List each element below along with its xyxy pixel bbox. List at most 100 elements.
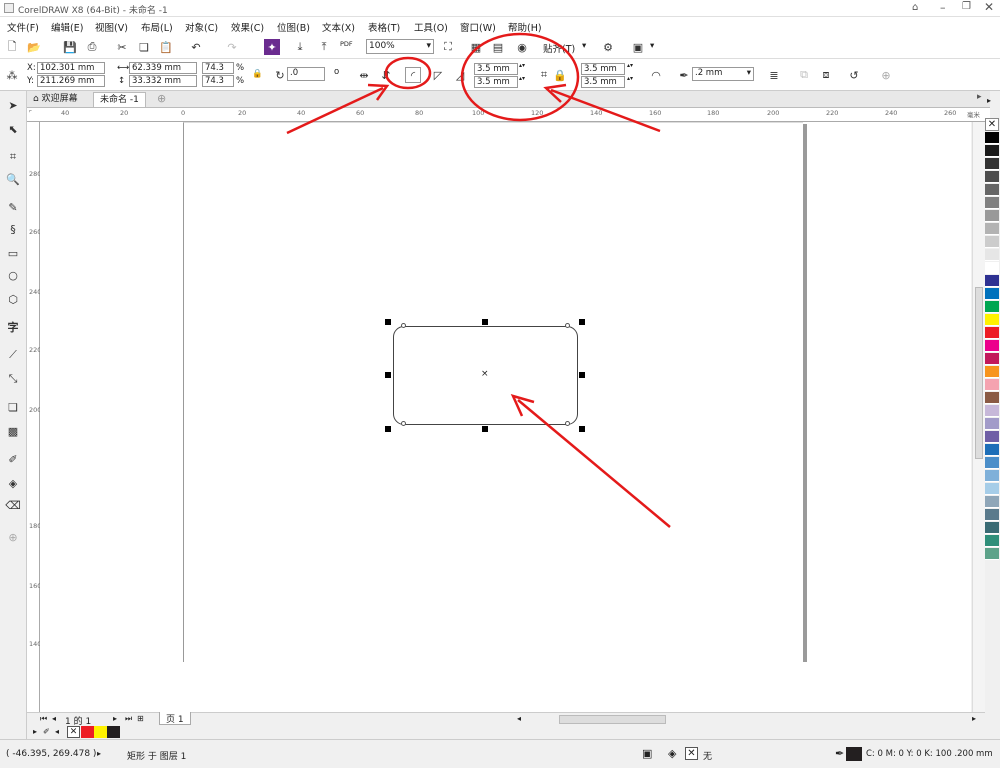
options-gear-icon[interactable]: ⚙ xyxy=(600,39,616,55)
corner-node[interactable] xyxy=(401,323,406,328)
spin-arrows-icon[interactable]: ▴▾ xyxy=(627,75,633,82)
doc-color-swatch[interactable] xyxy=(107,726,120,738)
palette-swatch[interactable] xyxy=(985,327,999,339)
connector-tool-icon[interactable]: ⤡ xyxy=(5,371,21,387)
palette-swatch[interactable] xyxy=(985,132,999,144)
tab-welcome-screen[interactable]: ⌂ 欢迎屏幕 xyxy=(27,92,84,107)
user-icon[interactable]: ⌂ xyxy=(912,2,918,13)
palette-swatch[interactable] xyxy=(985,275,999,287)
relative-corner-scaling-icon[interactable]: ◠ xyxy=(648,67,664,83)
menu-text[interactable]: 文本(X) xyxy=(322,20,355,34)
palette-swatch[interactable] xyxy=(985,457,999,469)
palette-swatch[interactable] xyxy=(985,392,999,404)
menu-file[interactable]: 文件(F) xyxy=(7,20,39,34)
paste-icon[interactable]: 📋 xyxy=(158,39,174,55)
print-icon[interactable]: ⎙ xyxy=(84,39,100,55)
palette-swatch[interactable] xyxy=(985,470,999,482)
next-page-icon[interactable]: ▸ xyxy=(113,714,117,723)
eyedropper-icon[interactable]: ✐ xyxy=(43,727,50,736)
freehand-tool-icon[interactable]: ✎ xyxy=(5,199,21,215)
scroll-thumb[interactable] xyxy=(975,287,983,459)
selection-handle[interactable] xyxy=(579,426,585,432)
selection-handle[interactable] xyxy=(385,426,391,432)
palette-swatch[interactable] xyxy=(985,184,999,196)
full-screen-icon[interactable]: ⛶ xyxy=(440,39,456,55)
palette-swatch[interactable] xyxy=(985,262,999,274)
palette-swatch[interactable] xyxy=(985,210,999,222)
palette-swatch[interactable] xyxy=(985,444,999,456)
palette-swatch[interactable] xyxy=(985,431,999,443)
corner-node[interactable] xyxy=(565,323,570,328)
transparency-tool-icon[interactable]: ▩ xyxy=(5,423,21,439)
doc-color-swatch[interactable] xyxy=(94,726,107,738)
tab-document[interactable]: 未命名 -1 xyxy=(93,92,146,107)
palette-swatch[interactable] xyxy=(985,522,999,534)
spin-arrows-icon[interactable]: ▴▾ xyxy=(519,62,525,69)
open-icon[interactable]: 📂 xyxy=(26,39,42,55)
scale-y-field[interactable]: 74.3 xyxy=(202,75,234,87)
horizontal-ruler[interactable]: ⌜ 40 20 0 20 40 60 80 100 120 140 160 18… xyxy=(27,108,990,122)
palette-swatch[interactable] xyxy=(985,236,999,248)
palette-menu-icon[interactable]: ▸ xyxy=(33,727,37,736)
status-arrow-icon[interactable]: ▸ xyxy=(97,749,101,758)
height-field[interactable]: 33.332 mm xyxy=(129,75,197,87)
scalloped-corner-icon[interactable]: ◸ xyxy=(430,67,446,83)
import-icon[interactable]: ⤓ xyxy=(292,39,308,55)
scroll-left-icon[interactable]: ◂ xyxy=(517,714,521,723)
show-grid-icon[interactable]: ▤ xyxy=(490,39,506,55)
pen-outline-icon[interactable]: ✒ xyxy=(835,747,844,760)
fill-bucket-icon[interactable]: ◈ xyxy=(668,747,676,760)
corner-radius-top-right-field[interactable]: 3.5 mm xyxy=(581,63,625,75)
selection-handle[interactable] xyxy=(579,319,585,325)
round-corner-icon[interactable]: ◜ xyxy=(405,67,421,83)
show-rulers-icon[interactable]: ▦ xyxy=(468,39,484,55)
palette-swatch[interactable] xyxy=(985,548,999,560)
publish-pdf-icon[interactable]: PDF xyxy=(340,40,353,48)
export-icon[interactable]: ⤒ xyxy=(316,39,332,55)
shape-tool-icon[interactable]: ⬉ xyxy=(5,121,21,137)
palette-scroll-icon[interactable]: ◂ xyxy=(55,727,59,736)
rotation-angle-field[interactable]: .0 xyxy=(287,67,325,81)
selection-handle[interactable] xyxy=(482,319,488,325)
lock-corners-icon[interactable]: 🔒 xyxy=(552,67,568,83)
tab-scroll-icon[interactable]: ▸ xyxy=(977,92,982,102)
palette-swatch[interactable] xyxy=(985,496,999,508)
palette-swatch[interactable] xyxy=(985,223,999,235)
palette-swatch[interactable] xyxy=(985,483,999,495)
selection-handle[interactable] xyxy=(482,426,488,432)
corner-node[interactable] xyxy=(401,421,406,426)
wrap-text-icon[interactable]: ≣ xyxy=(766,67,782,83)
menu-help[interactable]: 帮助(H) xyxy=(508,20,542,34)
menu-bitmap[interactable]: 位图(B) xyxy=(277,20,310,34)
palette-swatch[interactable] xyxy=(985,405,999,417)
to-back-icon[interactable]: ⧈ xyxy=(818,67,834,83)
menu-table[interactable]: 表格(T) xyxy=(368,20,400,34)
smart-fill-icon[interactable]: ⌫ xyxy=(5,497,21,513)
palette-swatch[interactable] xyxy=(985,379,999,391)
object-origin-icon[interactable]: ⁂ xyxy=(4,67,20,83)
application-launcher-icon[interactable]: ▣ xyxy=(630,39,646,55)
outline-width-select[interactable]: .2 mm ▾ xyxy=(692,67,754,81)
selection-handle[interactable] xyxy=(579,372,585,378)
search-content-icon[interactable]: ✦ xyxy=(264,39,280,55)
width-field[interactable]: 62.339 mm xyxy=(129,62,197,74)
crop-tool-icon[interactable]: ⌗ xyxy=(5,149,21,165)
selection-handle[interactable] xyxy=(385,372,391,378)
vertical-ruler[interactable]: 280 260 240 220 200 180 160 140 xyxy=(27,122,41,712)
redo-icon[interactable]: ↷ xyxy=(224,39,240,55)
polygon-tool-icon[interactable]: ⬡ xyxy=(5,291,21,307)
palette-swatch[interactable] xyxy=(985,340,999,352)
copy-icon[interactable]: ❏ xyxy=(136,39,152,55)
horizontal-scroll-thumb[interactable] xyxy=(559,715,666,724)
no-color-swatch[interactable]: ✕ xyxy=(67,726,80,738)
no-color-swatch[interactable]: ✕ xyxy=(985,118,999,131)
palette-scroll-up-icon[interactable]: ▸ xyxy=(987,96,991,105)
zoom-tool-icon[interactable]: 🔍 xyxy=(5,171,21,187)
lock-ratio-icon[interactable]: 🔒 xyxy=(252,69,263,79)
last-page-icon[interactable]: ⏭ xyxy=(125,714,132,724)
mirror-vertical-icon[interactable]: ⇵ xyxy=(378,67,394,83)
snap-to-menu[interactable]: 贴齐(T) xyxy=(543,41,575,55)
color-proof-icon[interactable]: ▣ xyxy=(642,747,652,760)
palette-swatch[interactable] xyxy=(985,418,999,430)
menu-layout[interactable]: 布局(L) xyxy=(141,20,173,34)
